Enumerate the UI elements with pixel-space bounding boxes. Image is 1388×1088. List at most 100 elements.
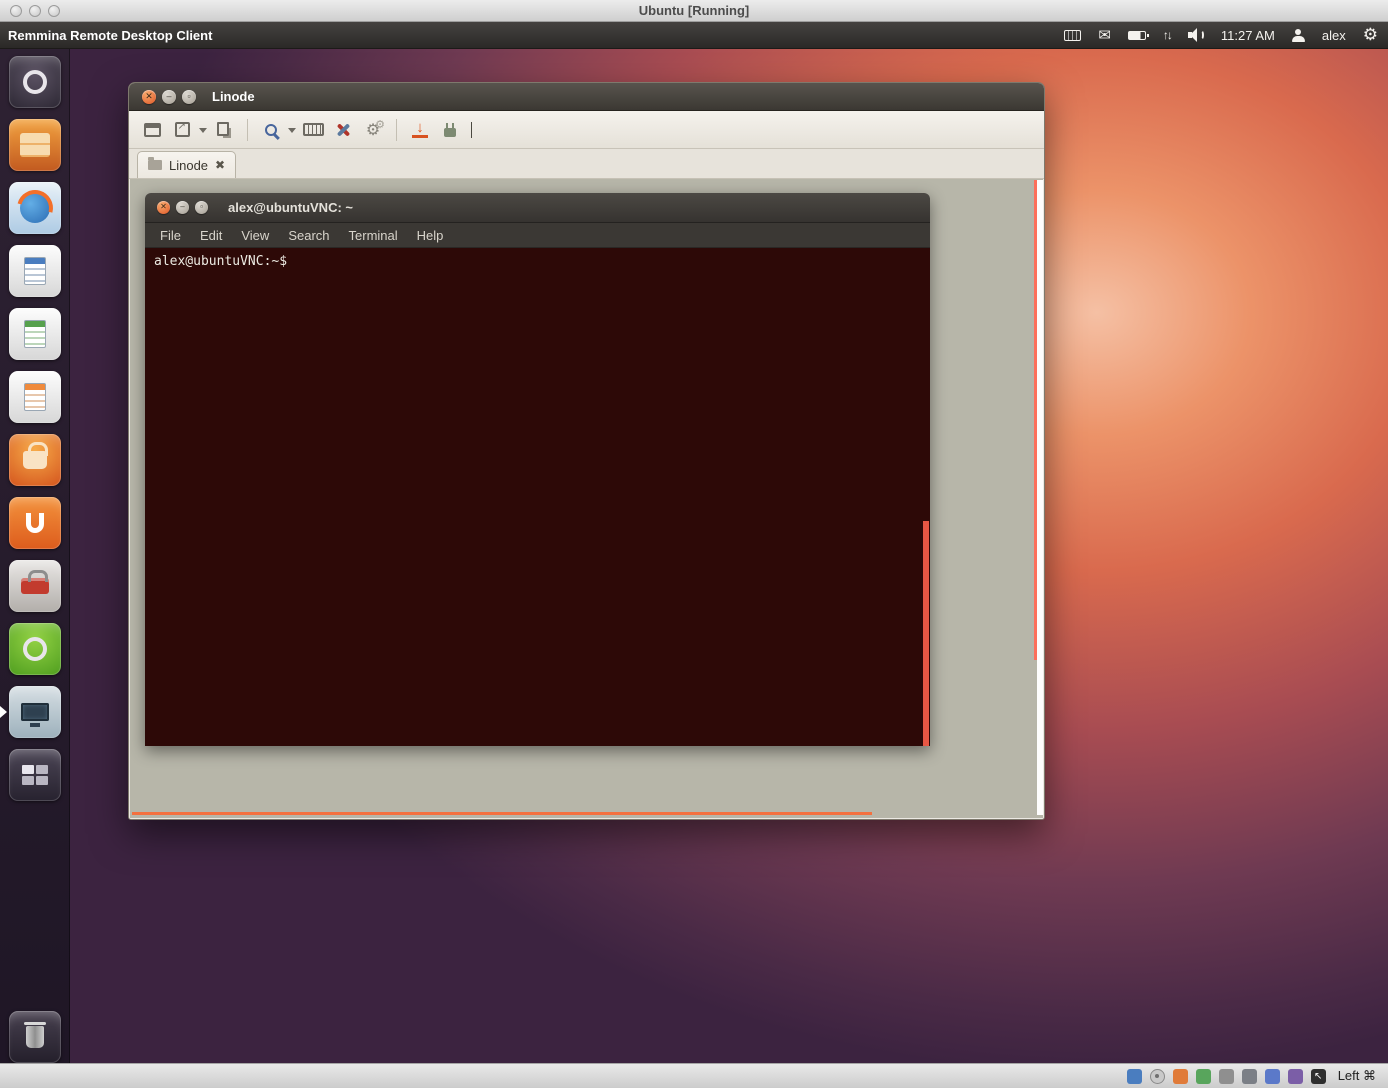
system-settings-icon: [9, 560, 61, 612]
launcher-item-home-folder[interactable]: [0, 119, 70, 171]
zoom-button[interactable]: [258, 117, 284, 143]
terminal-screen[interactable]: alex@ubuntuVNC:~$: [145, 248, 930, 746]
tab-label: Linode: [169, 158, 208, 173]
vbox-shared-folders-icon[interactable]: [1265, 1069, 1280, 1084]
menu-edit[interactable]: Edit: [200, 228, 222, 243]
launcher-item-remmina[interactable]: [0, 686, 70, 738]
remmina-minimize-button[interactable]: –: [162, 90, 176, 104]
render-artifact-right: [1034, 180, 1037, 660]
tab-close-icon[interactable]: ✖: [215, 159, 225, 171]
ubuntu-one-icon: [9, 497, 61, 549]
keyboard-grab-button[interactable]: [300, 117, 326, 143]
launcher-item-libreoffice-calc[interactable]: [0, 308, 70, 360]
launcher-item-dash[interactable]: [0, 56, 70, 108]
toggle-fullscreen-button[interactable]: [169, 117, 195, 143]
remmina-titlebar[interactable]: ✕ – ▫ Linode: [129, 83, 1044, 111]
running-app-arrow-icon: [0, 706, 7, 718]
launcher-item-libreoffice-impress[interactable]: [0, 371, 70, 423]
updater-ring-icon: [23, 637, 47, 661]
trash-icon: [9, 1011, 61, 1063]
username-label[interactable]: alex: [1322, 26, 1346, 44]
launcher-item-firefox[interactable]: [0, 182, 70, 234]
network-traffic-icon[interactable]: [1163, 26, 1171, 44]
vbox-hard-disks-icon[interactable]: [1219, 1069, 1234, 1084]
vbox-audio-icon[interactable]: [1173, 1069, 1188, 1084]
clock-indicator[interactable]: 11:27 AM: [1221, 26, 1275, 44]
settings-button[interactable]: [360, 117, 386, 143]
duplicate-connection-button[interactable]: [211, 117, 237, 143]
libreoffice-impress-icon: [9, 371, 61, 423]
menu-file[interactable]: File: [160, 228, 181, 243]
remmina-maximize-button[interactable]: ▫: [182, 90, 196, 104]
terminal-close-button[interactable]: ✕: [157, 201, 170, 214]
ubuntu-top-panel: Remmina Remote Desktop Client 11:27 AM a…: [0, 22, 1388, 49]
vbox-optical-drives-icon[interactable]: [1150, 1069, 1165, 1084]
content-right-strip: [1037, 180, 1043, 815]
libreoffice-writer-icon: [9, 245, 61, 297]
sound-menu-icon[interactable]: [1188, 28, 1204, 42]
menu-help[interactable]: Help: [417, 228, 444, 243]
terminal-titlebar[interactable]: ✕ – ▫ alex@ubuntuVNC: ~: [145, 193, 930, 223]
launcher-item-trash[interactable]: [0, 1011, 70, 1063]
fullscreen-icon: [175, 122, 190, 137]
launcher-item-software-center[interactable]: [0, 434, 70, 486]
resize-window-icon: [144, 123, 161, 137]
tab-linode[interactable]: Linode ✖: [137, 151, 236, 178]
launcher-item-workspace-switcher[interactable]: [0, 749, 70, 801]
ubuntu-one-u-icon: [26, 513, 44, 533]
remmina-icon: [9, 686, 61, 738]
keyboard-icon: [303, 123, 324, 136]
vbox-display-icon[interactable]: [1127, 1069, 1142, 1084]
launcher-item-system-settings[interactable]: [0, 560, 70, 612]
resize-window-button[interactable]: [139, 117, 165, 143]
firefox-icon: [9, 182, 61, 234]
toolbar-separator: [396, 119, 397, 141]
libreoffice-calc-icon: [9, 308, 61, 360]
terminal-prompt: alex@ubuntuVNC:~$: [145, 248, 930, 275]
remmina-tab-bar: Linode ✖: [129, 149, 1044, 179]
remote-desktop-view[interactable]: ✕ – ▫ alex@ubuntuVNC: ~ File Edit View S…: [130, 179, 1043, 818]
vbox-mouse-integration-icon[interactable]: [1311, 1069, 1326, 1084]
host-window-title: Ubuntu [Running]: [0, 0, 1388, 22]
remmina-window-title: Linode: [212, 83, 255, 111]
toolbox-icon: [21, 578, 49, 594]
launcher-item-ubuntu-one[interactable]: [0, 497, 70, 549]
user-icon[interactable]: [1292, 29, 1305, 42]
launcher-item-libreoffice-writer[interactable]: [0, 245, 70, 297]
sound-wave-icon: [1199, 30, 1204, 40]
terminal-minimize-button[interactable]: –: [176, 201, 189, 214]
vbox-network-icon[interactable]: [1196, 1069, 1211, 1084]
zoom-dropdown-caret-icon[interactable]: [288, 128, 296, 137]
keyboard-indicator-icon[interactable]: [1064, 30, 1081, 41]
fullscreen-dropdown-caret-icon[interactable]: [199, 128, 207, 137]
messaging-menu-icon[interactable]: [1098, 26, 1111, 44]
vbox-recording-icon[interactable]: [1288, 1069, 1303, 1084]
terminal-maximize-button[interactable]: ▫: [195, 201, 208, 214]
host-window-titlebar[interactable]: Ubuntu [Running]: [0, 0, 1388, 22]
menu-view[interactable]: View: [241, 228, 269, 243]
launcher-item-software-updater[interactable]: [0, 623, 70, 675]
screenshot-button[interactable]: [407, 117, 433, 143]
session-menu-icon[interactable]: [1363, 26, 1378, 44]
monitor-icon: [21, 703, 49, 721]
app-menu-title[interactable]: Remmina Remote Desktop Client: [8, 28, 212, 43]
remmina-close-button[interactable]: ✕: [142, 90, 156, 104]
shopping-bag-icon: [23, 451, 47, 469]
menu-search[interactable]: Search: [288, 228, 329, 243]
drawer-icon: [20, 133, 50, 157]
vbox-usb-icon[interactable]: [1242, 1069, 1257, 1084]
toolbar-separator: [247, 119, 248, 141]
firefox-globe-icon: [20, 193, 50, 223]
zoom-icon: [265, 124, 277, 136]
home-folder-icon: [9, 119, 61, 171]
disconnect-button[interactable]: [437, 117, 463, 143]
remmina-toolbar: [129, 111, 1044, 149]
virtualbox-status-bar: Left ⌘: [0, 1063, 1388, 1088]
menu-terminal[interactable]: Terminal: [349, 228, 398, 243]
workspace-switcher-icon: [9, 749, 61, 801]
battery-icon[interactable]: [1128, 31, 1146, 40]
host-key-label: Left ⌘: [1338, 1068, 1376, 1084]
software-updater-icon: [9, 623, 61, 675]
preferences-button[interactable]: [330, 117, 356, 143]
remmina-window: ✕ – ▫ Linode Linode ✖: [128, 82, 1045, 820]
